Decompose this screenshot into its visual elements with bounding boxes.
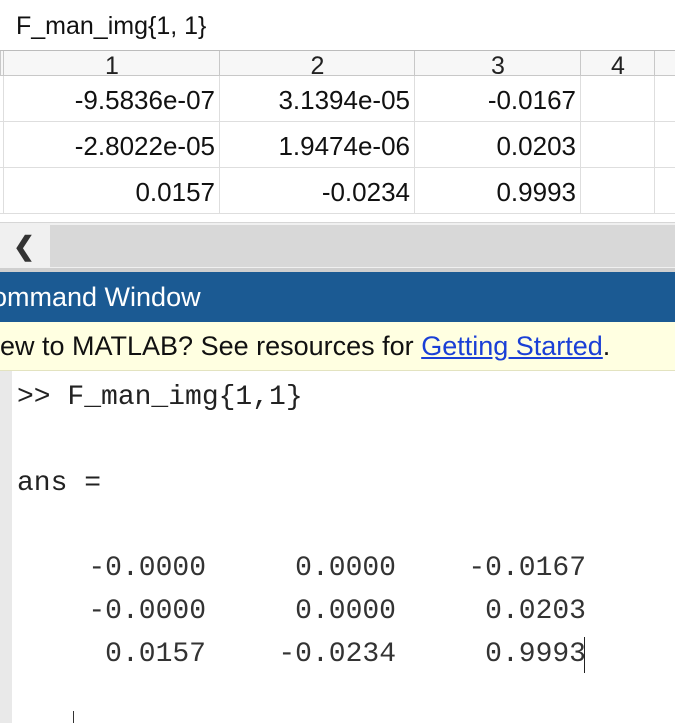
- variable-editor-title-bar: F_man_img{1, 1}: [0, 0, 675, 51]
- command-line: >> F_man_img{1,1}: [17, 382, 303, 413]
- horizontal-scrollbar[interactable]: ❮: [0, 222, 675, 269]
- table-cell[interactable]: [654, 76, 675, 121]
- scroll-left-arrow-icon[interactable]: ❮: [0, 223, 48, 269]
- column-header-row: 1 2 3 4: [0, 51, 675, 76]
- output-value: -0.0000: [88, 553, 206, 584]
- table-cell[interactable]: -0.0234: [219, 168, 414, 213]
- command-window-title-bar: ommand Window: [0, 272, 675, 322]
- output-value: -0.0167: [468, 553, 586, 584]
- output-row: 0.0157 -0.0234 0.9993: [0, 639, 675, 679]
- output-value: 0.0000: [295, 553, 396, 584]
- getting-started-banner: lew to MATLAB? See resources for Getting…: [0, 322, 675, 371]
- table-row: -9.5836e-07 3.1394e-05 -0.0167: [0, 76, 675, 122]
- command-window-body[interactable]: >> F_man_img{1,1} ans = -0.0000 0.0000 -…: [0, 371, 675, 723]
- table-cell[interactable]: -2.8022e-05: [3, 122, 219, 167]
- table-cell[interactable]: [580, 122, 654, 167]
- prompt-marker: [73, 711, 74, 723]
- table-cell[interactable]: [654, 168, 675, 213]
- table-cell[interactable]: [654, 122, 675, 167]
- getting-started-link[interactable]: Getting Started: [421, 331, 603, 361]
- variable-editor-title: F_man_img{1, 1}: [16, 12, 207, 40]
- output-row: -0.0000 0.0000 0.0203: [0, 596, 675, 636]
- variable-editor: F_man_img{1, 1} 1 2 3 4 -9.5836e-07 3.13…: [0, 0, 675, 269]
- output-value: -0.0234: [278, 639, 396, 670]
- text-cursor: [584, 637, 585, 673]
- output-value: 0.9993: [485, 639, 586, 670]
- table-row: -2.8022e-05 1.9474e-06 0.0203: [0, 122, 675, 168]
- column-header-1[interactable]: 1: [3, 51, 220, 75]
- table-cell[interactable]: [580, 168, 654, 213]
- column-header-4[interactable]: 4: [580, 51, 655, 75]
- column-header-5[interactable]: [654, 51, 675, 75]
- table-cell[interactable]: [580, 76, 654, 121]
- column-header-2[interactable]: 2: [219, 51, 415, 75]
- banner-text: lew to MATLAB? See resources for: [0, 331, 422, 361]
- table-cell[interactable]: 0.0203: [414, 122, 580, 167]
- column-header-3[interactable]: 3: [414, 51, 581, 75]
- data-grid: -9.5836e-07 3.1394e-05 -0.0167 -2.8022e-…: [0, 76, 675, 222]
- table-cell[interactable]: 3.1394e-05: [219, 76, 414, 121]
- output-value: 0.0157: [105, 639, 206, 670]
- banner-period: .: [602, 331, 611, 361]
- table-cell[interactable]: 0.9993: [414, 168, 580, 213]
- table-cell[interactable]: 0.0157: [3, 168, 219, 213]
- table-cell[interactable]: -0.0167: [414, 76, 580, 121]
- table-cell[interactable]: -9.5836e-07: [3, 76, 219, 121]
- output-value: 0.0000: [295, 596, 396, 627]
- table-row: 0.0157 -0.0234 0.9993: [0, 168, 675, 214]
- command-window-title: ommand Window: [0, 282, 201, 312]
- ans-label: ans =: [17, 468, 102, 499]
- output-value: -0.0000: [88, 596, 206, 627]
- output-row: -0.0000 0.0000 -0.0167: [0, 553, 675, 593]
- output-value: 0.0203: [485, 596, 586, 627]
- scrollbar-thumb[interactable]: [50, 225, 675, 267]
- table-cell[interactable]: 1.9474e-06: [219, 122, 414, 167]
